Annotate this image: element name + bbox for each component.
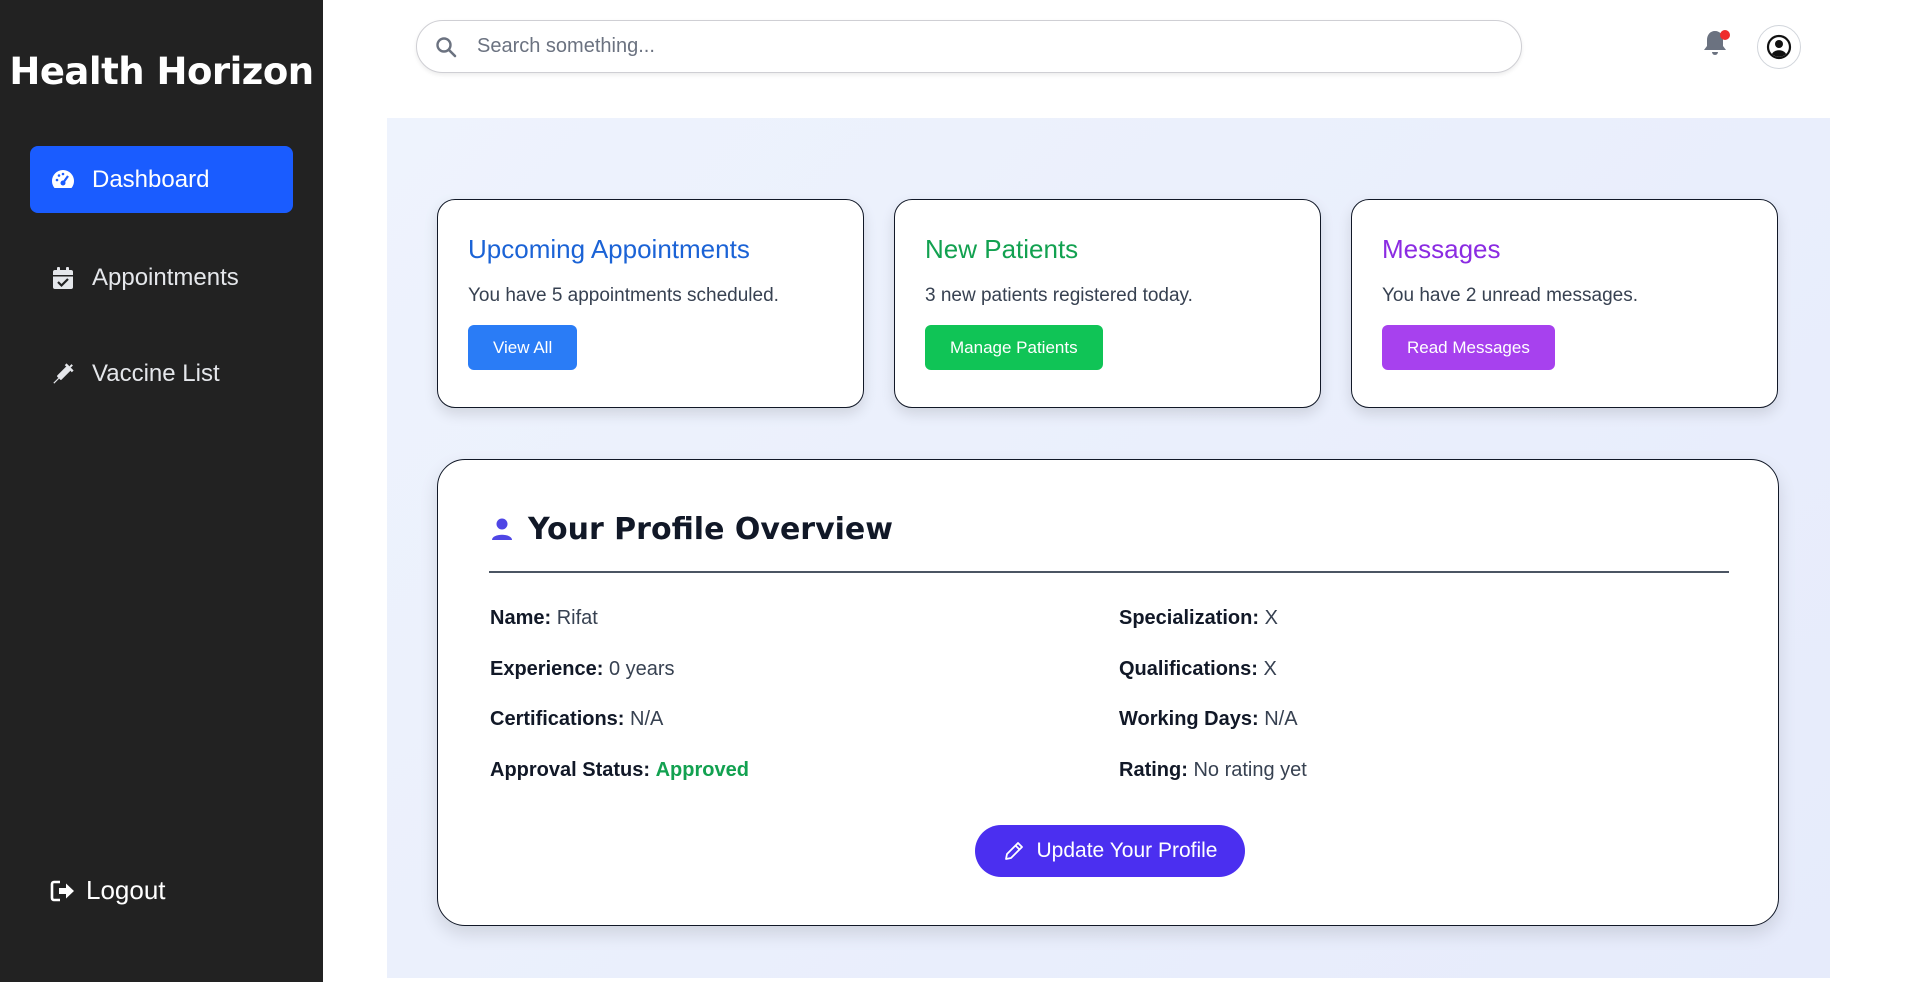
- sidebar-item-label: Dashboard: [92, 165, 210, 193]
- sidebar-item-dashboard[interactable]: Dashboard: [30, 146, 293, 213]
- card-text: You have 2 unread messages.: [1382, 285, 1638, 306]
- view-all-button[interactable]: View All: [468, 325, 578, 370]
- user-icon: [490, 517, 516, 543]
- field-value: X: [1264, 607, 1278, 629]
- field-specialization: Specialization: X: [1119, 607, 1278, 630]
- card-title: Upcoming Appointments: [468, 234, 750, 264]
- sidebar-item-vaccine-list[interactable]: Vaccine List: [30, 340, 293, 407]
- app-root: Health Horizon Dashboard Appointments Va…: [0, 0, 1910, 982]
- read-messages-button[interactable]: Read Messages: [1382, 325, 1555, 370]
- field-experience: Experience: 0 years: [490, 658, 675, 681]
- card-messages: Messages You have 2 unread messages. Rea…: [1351, 199, 1778, 408]
- syringe-icon: [50, 361, 76, 387]
- calendar-check-icon: [50, 265, 76, 291]
- field-label: Experience:: [490, 658, 604, 680]
- field-name: Name: Rifat: [490, 607, 598, 630]
- profile-title: Your Profile Overview: [528, 512, 893, 547]
- status-badge: Approved: [655, 759, 749, 781]
- field-label: Certifications:: [490, 708, 625, 730]
- search-bar: [416, 20, 1522, 73]
- sidebar-item-label: Vaccine List: [92, 359, 220, 387]
- field-value: Rifat: [556, 607, 598, 629]
- update-profile-label: Update Your Profile: [1036, 839, 1218, 862]
- notifications-button[interactable]: [1702, 28, 1732, 60]
- logout-label: Logout: [86, 875, 166, 905]
- field-value: 0 years: [608, 658, 675, 680]
- card-upcoming-appointments: Upcoming Appointments You have 5 appoint…: [437, 199, 864, 408]
- card-text: 3 new patients registered today.: [925, 285, 1193, 306]
- sidebar-item-appointments[interactable]: Appointments: [30, 244, 293, 311]
- user-avatar-button[interactable]: [1757, 25, 1801, 69]
- app-title: Health Horizon: [9, 50, 314, 93]
- field-approval-status: Approval Status: Approved: [490, 759, 749, 782]
- field-label: Specialization:: [1119, 607, 1260, 629]
- card-title: Messages: [1382, 234, 1501, 264]
- profile-header: Your Profile Overview: [490, 512, 893, 547]
- logout-button[interactable]: Logout: [50, 875, 166, 906]
- user-circle-icon: [1766, 34, 1792, 60]
- field-label: Working Days:: [1119, 708, 1259, 730]
- gauge-icon: [50, 167, 76, 193]
- pencil-icon: [1003, 839, 1027, 863]
- profile-divider: [489, 571, 1729, 573]
- search-icon: [435, 35, 459, 59]
- card-text: You have 5 appointments scheduled.: [468, 285, 779, 306]
- notification-dot: [1720, 30, 1730, 40]
- field-certifications: Certifications: N/A: [490, 708, 663, 731]
- manage-patients-button[interactable]: Manage Patients: [925, 325, 1103, 370]
- field-label: Qualifications:: [1119, 658, 1258, 680]
- field-working-days: Working Days: N/A: [1119, 708, 1298, 731]
- field-value: X: [1263, 658, 1277, 680]
- update-profile-button[interactable]: Update Your Profile: [975, 825, 1245, 877]
- sidebar: Health Horizon Dashboard Appointments Va…: [0, 0, 323, 982]
- field-value: N/A: [1264, 708, 1298, 730]
- card-new-patients: New Patients 3 new patients registered t…: [894, 199, 1321, 408]
- field-value: No rating yet: [1193, 759, 1307, 781]
- field-value: N/A: [630, 708, 664, 730]
- field-label: Rating:: [1119, 759, 1188, 781]
- profile-overview-card: Your Profile Overview Name: Rifat Specia…: [437, 459, 1779, 926]
- field-label: Approval Status:: [490, 759, 651, 781]
- logout-icon: [50, 878, 76, 904]
- field-rating: Rating: No rating yet: [1119, 759, 1307, 782]
- search-input[interactable]: [477, 35, 1477, 58]
- sidebar-item-label: Appointments: [92, 263, 239, 291]
- card-title: New Patients: [925, 234, 1079, 264]
- field-label: Name:: [490, 607, 552, 629]
- field-qualifications: Qualifications: X: [1119, 658, 1277, 681]
